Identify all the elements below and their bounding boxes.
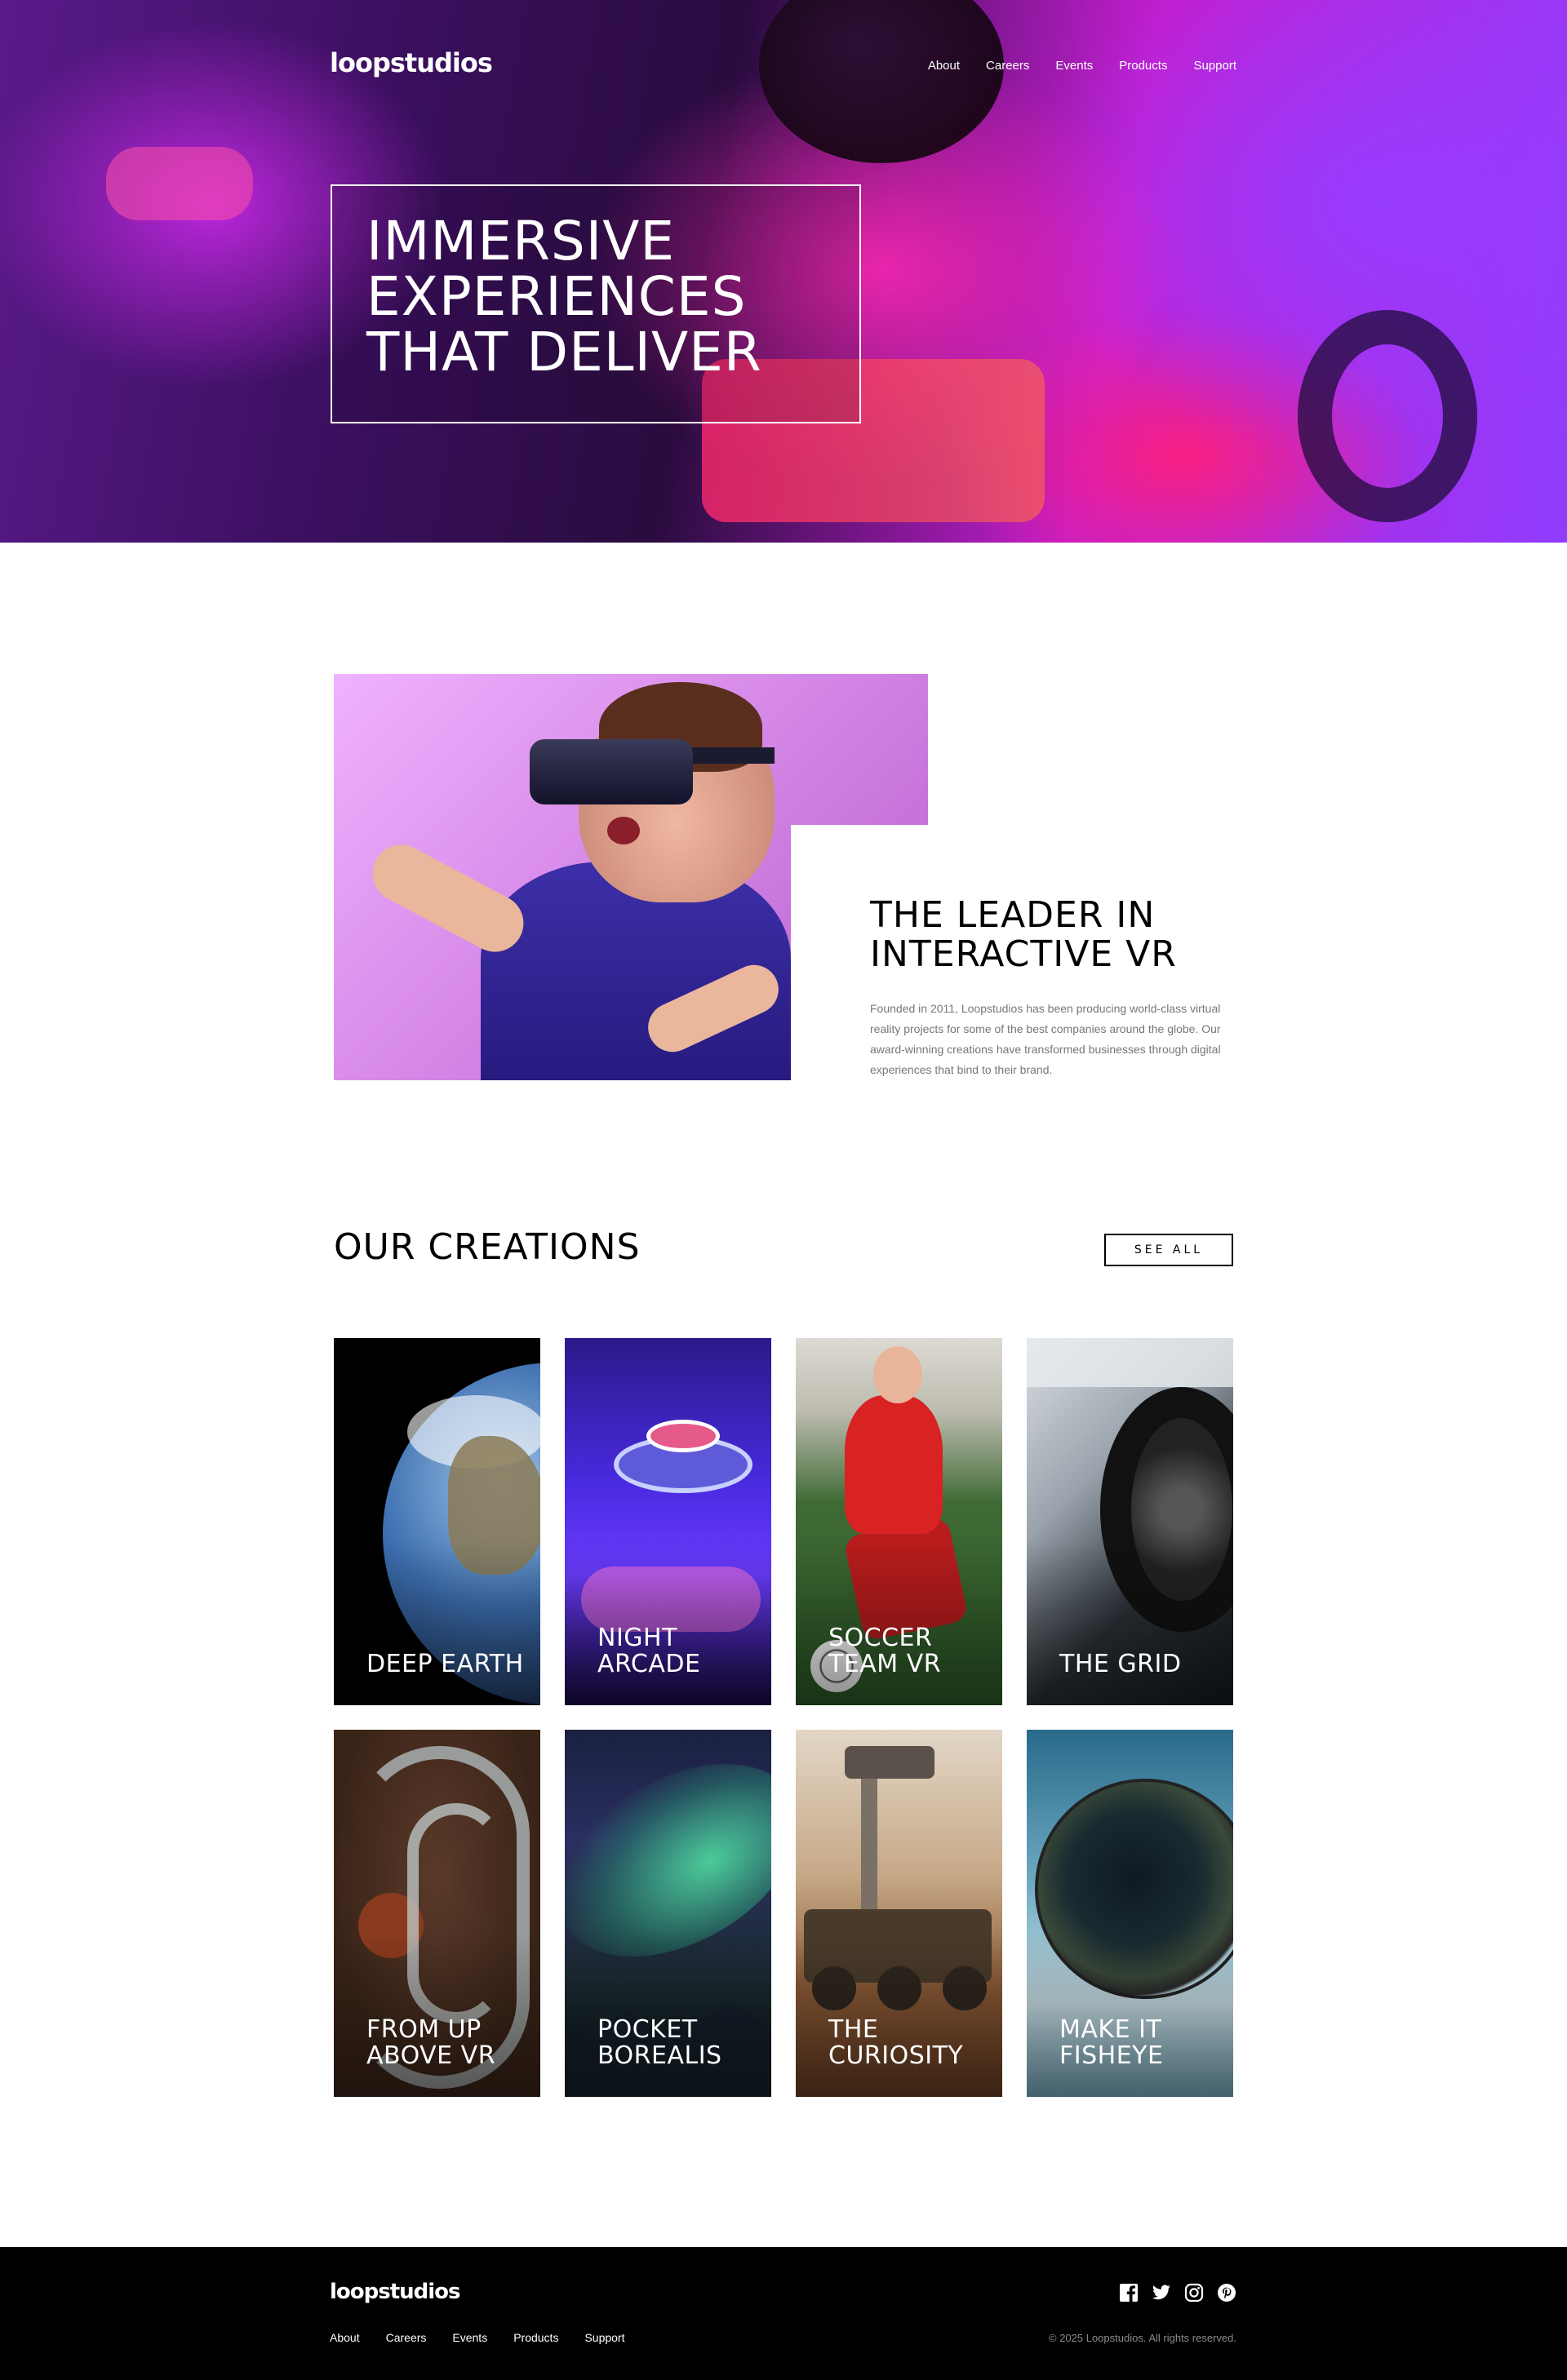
creation-card-deep-earth[interactable]: Deep Earth bbox=[334, 1338, 540, 1705]
see-all-button[interactable]: See all bbox=[1104, 1234, 1233, 1266]
footer-link-about[interactable]: About bbox=[330, 2331, 360, 2344]
hero-headline: Immersive experiences that deliver bbox=[366, 210, 762, 383]
creation-card-label: The Grid bbox=[1059, 1650, 1182, 1678]
facebook-icon[interactable] bbox=[1119, 2283, 1139, 2302]
creation-card-label: Night Arcade bbox=[597, 1624, 701, 1678]
creation-card-label: Deep Earth bbox=[366, 1650, 524, 1678]
creation-card-the-grid[interactable]: The Grid bbox=[1027, 1338, 1233, 1705]
creation-card-label: The Curiosity bbox=[828, 2015, 964, 2070]
vr-headset bbox=[530, 739, 693, 804]
creation-card-label: From up above VR bbox=[366, 2015, 496, 2070]
creation-card-label: Soccer Team VR bbox=[828, 1624, 942, 1678]
brand-logo[interactable]: loopstudios bbox=[330, 47, 493, 78]
creation-card-make-it-fisheye[interactable]: Make it fisheye bbox=[1027, 1730, 1233, 2097]
nav-link-products[interactable]: Products bbox=[1119, 59, 1167, 73]
hero-background-shape bbox=[759, 0, 1004, 163]
main-nav: About Careers Events Products Support bbox=[928, 59, 1236, 73]
copyright-text: © 2025 Loopstudios. All rights reserved. bbox=[1049, 2332, 1236, 2344]
mouth-shape bbox=[607, 817, 640, 844]
hero-background-shape bbox=[1298, 310, 1477, 522]
pinterest-icon[interactable] bbox=[1217, 2283, 1236, 2302]
nav-link-careers[interactable]: Careers bbox=[986, 59, 1029, 73]
footer-logo[interactable]: loopstudios bbox=[330, 2280, 461, 2304]
footer-link-careers[interactable]: Careers bbox=[386, 2331, 427, 2344]
footer: loopstudios About Careers Events Product… bbox=[0, 2247, 1567, 2380]
creation-card-label: Pocket Borealis bbox=[597, 2015, 722, 2070]
creation-card-label: Make it fisheye bbox=[1059, 2015, 1164, 2070]
hero-headline-box: Immersive experiences that deliver bbox=[331, 184, 861, 423]
hero-section: loopstudios About Careers Events Product… bbox=[0, 0, 1567, 543]
creation-card-soccer-team-vr[interactable]: Soccer Team VR bbox=[796, 1338, 1002, 1705]
nav-link-about[interactable]: About bbox=[928, 59, 960, 73]
creation-card-the-curiosity[interactable]: The Curiosity bbox=[796, 1730, 1002, 2097]
nav-link-events[interactable]: Events bbox=[1055, 59, 1093, 73]
creation-card-night-arcade[interactable]: Night Arcade bbox=[565, 1338, 771, 1705]
social-links bbox=[1119, 2283, 1236, 2302]
hero-background-shape bbox=[106, 147, 253, 220]
footer-link-events[interactable]: Events bbox=[452, 2331, 487, 2344]
creations-title: Our creations bbox=[334, 1226, 641, 1268]
footer-link-products[interactable]: Products bbox=[513, 2331, 558, 2344]
intro-heading: The leader in interactive VR bbox=[870, 894, 1177, 975]
creation-card-pocket-borealis[interactable]: Pocket Borealis bbox=[565, 1730, 771, 2097]
nav-link-support[interactable]: Support bbox=[1193, 59, 1236, 73]
twitter-icon[interactable] bbox=[1152, 2283, 1171, 2302]
arm-shape bbox=[362, 835, 534, 962]
footer-nav: About Careers Events Products Support bbox=[330, 2331, 625, 2344]
intro-body: Founded in 2011, Loopstudios has been pr… bbox=[870, 1002, 1221, 1076]
footer-link-support[interactable]: Support bbox=[584, 2331, 624, 2344]
creation-card-from-up-above-vr[interactable]: From up above VR bbox=[334, 1730, 540, 2097]
instagram-icon[interactable] bbox=[1184, 2283, 1204, 2302]
intro-text-block: The leader in interactive VR Founded in … bbox=[870, 896, 1237, 1080]
